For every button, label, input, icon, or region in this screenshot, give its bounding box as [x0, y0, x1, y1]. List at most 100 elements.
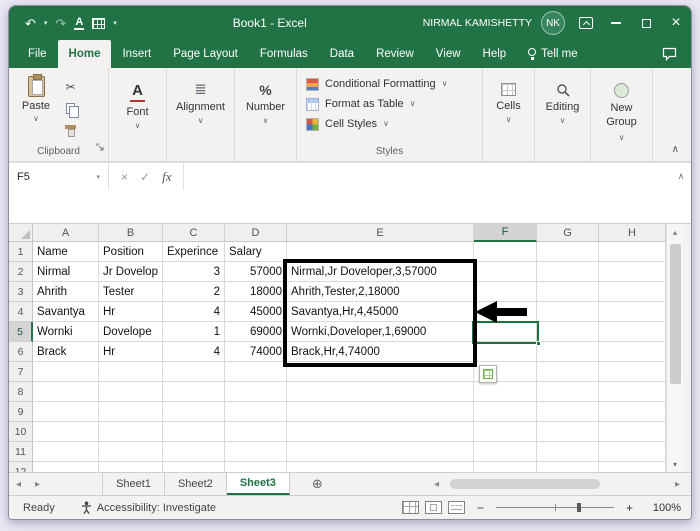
cell-E3[interactable]: Ahrith,Tester,2,18000: [287, 282, 474, 302]
cell-B7[interactable]: [99, 362, 163, 382]
column-header-B[interactable]: B: [99, 224, 163, 242]
cell-C7[interactable]: [163, 362, 225, 382]
cell-B3[interactable]: Tester: [99, 282, 163, 302]
row-header-6[interactable]: 6: [9, 342, 33, 362]
cell-F11[interactable]: [474, 442, 537, 462]
cell-B10[interactable]: [99, 422, 163, 442]
cell-E10[interactable]: [287, 422, 474, 442]
cell-styles-dropdown-icon[interactable]: ∨: [383, 120, 389, 128]
ribbon-display-options-icon[interactable]: [579, 17, 593, 29]
new-group-dropdown-icon[interactable]: ∨: [619, 134, 625, 142]
formula-bar-expand-icon[interactable]: ∧: [671, 163, 691, 190]
row-header-3[interactable]: 3: [9, 282, 33, 302]
conditional-formatting-button[interactable]: Conditional Formatting ∨: [306, 74, 482, 94]
customize-qat-icon[interactable]: ▾: [113, 19, 117, 27]
row-header-8[interactable]: 8: [9, 382, 33, 402]
cells-group[interactable]: Cells ∨: [483, 68, 535, 161]
cell-G11[interactable]: [537, 442, 599, 462]
cell-H9[interactable]: [599, 402, 666, 422]
cell-D6[interactable]: 74000: [225, 342, 287, 362]
row-header-2[interactable]: 2: [9, 262, 33, 282]
font-group-dropdown-icon[interactable]: ∨: [135, 122, 141, 130]
cell-H1[interactable]: [599, 242, 666, 262]
cell-G5[interactable]: [537, 322, 599, 342]
horizontal-scrollbar[interactable]: [446, 478, 668, 490]
cell-C10[interactable]: [163, 422, 225, 442]
close-button[interactable]: ×: [661, 6, 691, 40]
paste-dropdown-icon[interactable]: ∨: [33, 115, 39, 123]
cell-E5[interactable]: Wornki,Doveloper,1,69000: [287, 322, 474, 342]
sheet-nav-right-icon[interactable]: ▸: [28, 473, 47, 495]
cell-H7[interactable]: [599, 362, 666, 382]
row-header-10[interactable]: 10: [9, 422, 33, 442]
cell-B4[interactable]: Hr: [99, 302, 163, 322]
zoom-out-icon[interactable]: −: [477, 502, 484, 514]
cell-B9[interactable]: [99, 402, 163, 422]
cell-H10[interactable]: [599, 422, 666, 442]
sheet-tab-sheet1[interactable]: Sheet1: [103, 473, 165, 495]
cell-C11[interactable]: [163, 442, 225, 462]
zoom-slider-thumb[interactable]: [577, 503, 581, 512]
tab-view[interactable]: View: [425, 40, 472, 68]
add-sheet-button[interactable]: ⊕: [302, 473, 333, 495]
zoom-in-icon[interactable]: +: [626, 502, 633, 514]
cell-A6[interactable]: Brack: [33, 342, 99, 362]
scroll-up-icon[interactable]: ▴: [667, 224, 683, 240]
minimize-button[interactable]: [601, 6, 631, 40]
cell-E1[interactable]: [287, 242, 474, 262]
cell-D12[interactable]: [225, 462, 287, 472]
accessibility-status[interactable]: Accessibility: Investigate: [81, 501, 216, 514]
cell-C4[interactable]: 4: [163, 302, 225, 322]
cell-D8[interactable]: [225, 382, 287, 402]
column-header-D[interactable]: D: [225, 224, 287, 242]
tab-page-layout[interactable]: Page Layout: [162, 40, 249, 68]
cell-G6[interactable]: [537, 342, 599, 362]
cell-F12[interactable]: [474, 462, 537, 472]
cell-E7[interactable]: [287, 362, 474, 382]
cell-D4[interactable]: 45000: [225, 302, 287, 322]
cell-A12[interactable]: [33, 462, 99, 472]
cell-D10[interactable]: [225, 422, 287, 442]
cell-G7[interactable]: [537, 362, 599, 382]
cell-G9[interactable]: [537, 402, 599, 422]
cell-C1[interactable]: Experince: [163, 242, 225, 262]
zoom-slider[interactable]: [496, 507, 614, 508]
cell-A2[interactable]: Nirmal: [33, 262, 99, 282]
borders-icon[interactable]: [92, 18, 105, 29]
cells-group-dropdown-icon[interactable]: ∨: [506, 116, 512, 124]
cell-H4[interactable]: [599, 302, 666, 322]
cancel-icon[interactable]: ×: [121, 170, 128, 184]
font-group[interactable]: A Font ∨: [109, 68, 167, 161]
cell-C8[interactable]: [163, 382, 225, 402]
column-header-G[interactable]: G: [537, 224, 599, 242]
vertical-scrollbar[interactable]: ▴ ▾: [666, 224, 683, 472]
column-header-A[interactable]: A: [33, 224, 99, 242]
cell-A7[interactable]: [33, 362, 99, 382]
cell-B5[interactable]: Dovelope: [99, 322, 163, 342]
scroll-down-icon[interactable]: ▾: [667, 456, 683, 472]
number-group-dropdown-icon[interactable]: ∨: [263, 117, 269, 125]
cell-G10[interactable]: [537, 422, 599, 442]
cell-G2[interactable]: [537, 262, 599, 282]
undo-icon[interactable]: ↶: [25, 17, 36, 30]
cell-B12[interactable]: [99, 462, 163, 472]
select-all-button[interactable]: [9, 224, 33, 242]
cell-G8[interactable]: [537, 382, 599, 402]
number-group[interactable]: % Number ∨: [235, 68, 297, 161]
tab-data[interactable]: Data: [319, 40, 365, 68]
format-painter-icon[interactable]: [65, 125, 76, 129]
maximize-button[interactable]: [631, 6, 661, 40]
cell-A4[interactable]: Savantya: [33, 302, 99, 322]
undo-dropdown-icon[interactable]: ▾: [44, 19, 48, 27]
fill-handle[interactable]: [536, 341, 541, 346]
cut-icon[interactable]: ✂: [65, 80, 75, 94]
user-name[interactable]: NIRMAL KAMISHETTY: [423, 17, 532, 29]
cell-H5[interactable]: [599, 322, 666, 342]
alignment-group-dropdown-icon[interactable]: ∨: [198, 117, 204, 125]
copy-icon[interactable]: [66, 103, 75, 114]
cell-C12[interactable]: [163, 462, 225, 472]
cell-H3[interactable]: [599, 282, 666, 302]
row-header-9[interactable]: 9: [9, 402, 33, 422]
column-header-C[interactable]: C: [163, 224, 225, 242]
column-header-H[interactable]: H: [599, 224, 666, 242]
